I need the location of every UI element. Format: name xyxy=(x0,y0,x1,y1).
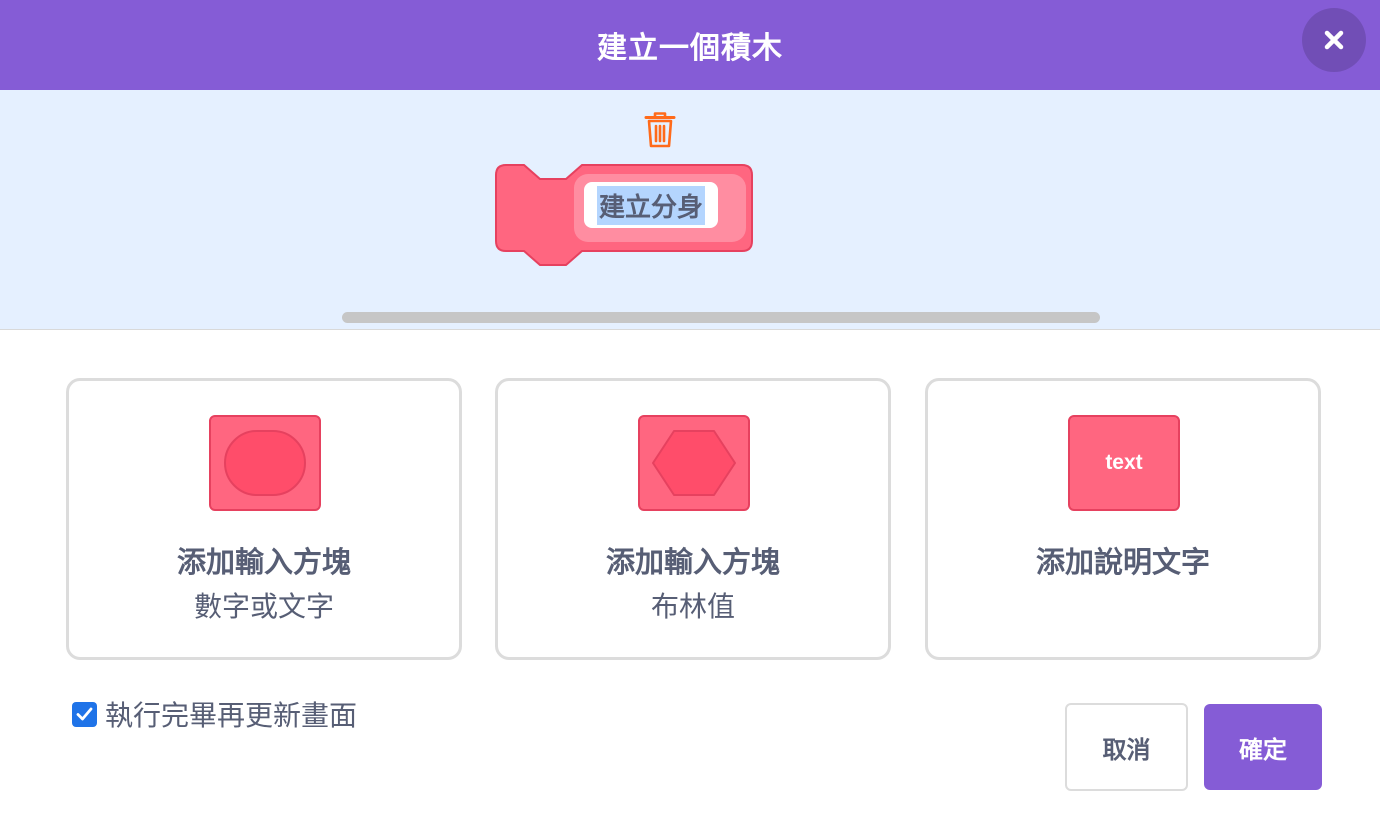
block-name-text: 建立分身 xyxy=(596,185,705,225)
round-input-icon xyxy=(209,415,321,511)
close-button[interactable] xyxy=(1302,8,1366,72)
run-without-refresh-option[interactable]: 執行完畢再更新畫面 xyxy=(72,694,357,734)
add-boolean-input-button[interactable]: 添加輸入方塊 布林值 xyxy=(495,378,891,660)
run-without-refresh-checkbox[interactable] xyxy=(72,701,97,727)
ok-button[interactable]: 確定 xyxy=(1204,704,1322,790)
option-title: 添加說明文字 xyxy=(1035,545,1210,579)
block-preview-workspace: 建立分身 xyxy=(0,90,1380,330)
add-number-text-input-button[interactable]: 添加輸入方塊 數字或文字 xyxy=(66,378,462,660)
checkmark-icon xyxy=(76,707,93,721)
option-title: 添加輸入方塊 xyxy=(176,545,351,579)
make-a-block-dialog: 建立一個積木 建立分身 添加輸入方塊 數字或文字 添加輸入方塊 布林值 text… xyxy=(0,0,1380,818)
boolean-input-icon xyxy=(638,415,750,511)
label-icon-text: text xyxy=(1105,451,1143,474)
option-subtitle: 布林值 xyxy=(650,590,735,623)
delete-input-button[interactable] xyxy=(640,110,680,150)
add-label-text-button[interactable]: text 添加說明文字 xyxy=(925,378,1321,660)
close-icon xyxy=(1324,30,1344,50)
label-text-icon: text xyxy=(1068,415,1180,511)
option-title: 添加輸入方塊 xyxy=(605,545,780,579)
trash-icon xyxy=(644,112,676,148)
dialog-header: 建立一個積木 xyxy=(0,0,1380,90)
run-without-refresh-label: 執行完畢再更新畫面 xyxy=(105,699,358,732)
horizontal-scrollbar[interactable] xyxy=(342,312,1100,323)
cancel-button[interactable]: 取消 xyxy=(1065,703,1188,791)
block-name-input[interactable]: 建立分身 xyxy=(584,182,718,228)
option-subtitle: 數字或文字 xyxy=(193,590,334,623)
dialog-title: 建立一個積木 xyxy=(597,31,783,66)
